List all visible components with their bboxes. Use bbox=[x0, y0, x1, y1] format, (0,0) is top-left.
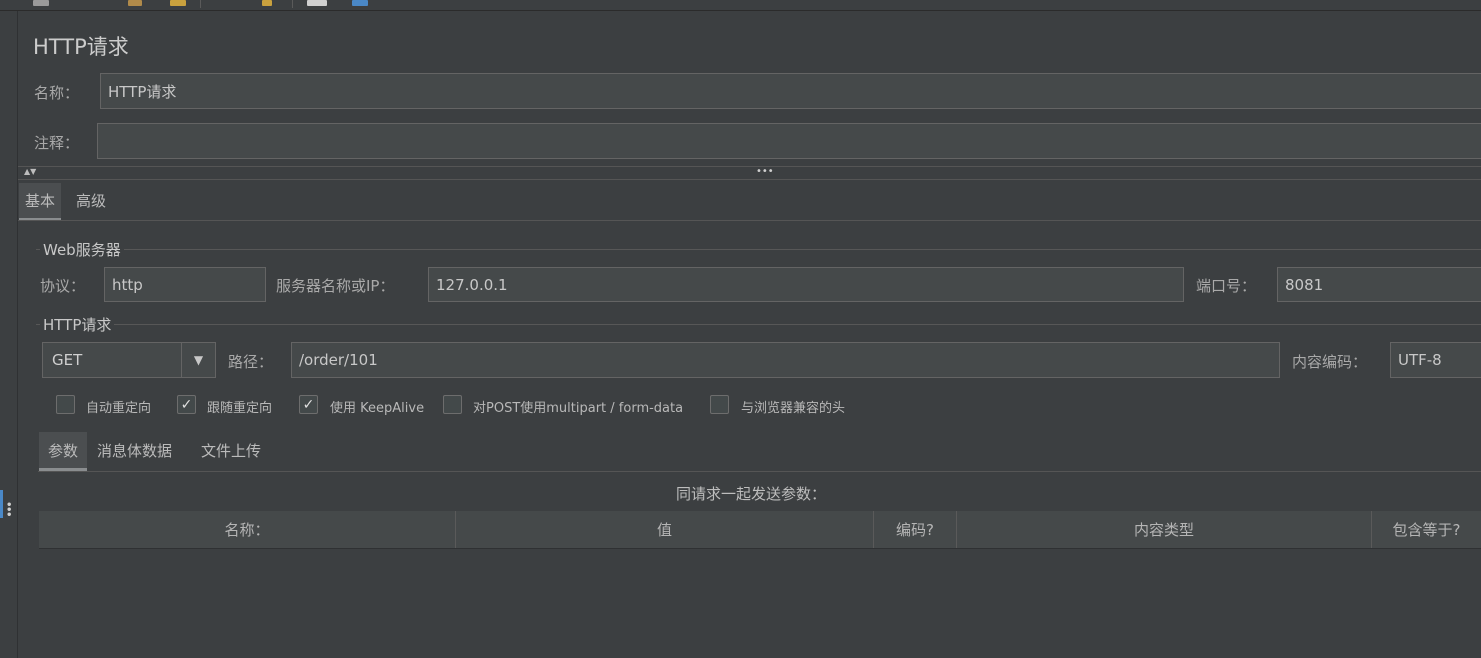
keepalive-checkbox[interactable]: ✓ bbox=[299, 395, 318, 414]
gutter-drag-handle-icon[interactable]: • • • bbox=[6, 501, 14, 521]
toolbar-button-icon[interactable] bbox=[33, 0, 49, 6]
params-table-body[interactable] bbox=[39, 549, 1481, 658]
toolbar-tool-icon[interactable] bbox=[170, 0, 186, 6]
toolbar-separator bbox=[292, 0, 293, 8]
splitter-line bbox=[18, 166, 1481, 167]
column-header-value[interactable]: 值 bbox=[456, 511, 874, 548]
column-header-encode[interactable]: 编码? bbox=[874, 511, 957, 548]
splitter-handle-icon[interactable]: ••• bbox=[756, 166, 774, 177]
name-input[interactable]: HTTP请求 bbox=[100, 73, 1481, 109]
splitter-line bbox=[18, 179, 1481, 180]
tab-file-upload[interactable]: 文件上传 bbox=[195, 432, 267, 469]
multipart-label: 对POST使用multipart / form-data bbox=[473, 401, 684, 416]
server-label: 服务器名称或IP： bbox=[276, 277, 395, 295]
browser-headers-checkbox[interactable] bbox=[710, 395, 729, 414]
toolbar-tool-icon[interactable] bbox=[352, 0, 368, 6]
sub-tab-divider bbox=[38, 471, 1481, 472]
tab-basic[interactable]: 基本 bbox=[19, 183, 62, 221]
page-title: HTTP请求 bbox=[33, 35, 129, 59]
check-icon: ✓ bbox=[180, 396, 193, 413]
browser-headers-label: 与浏览器兼容的头 bbox=[741, 401, 846, 416]
server-input[interactable]: 127.0.0.1 bbox=[428, 267, 1184, 302]
column-header-content-type[interactable]: 内容类型 bbox=[957, 511, 1372, 548]
port-input[interactable]: 8081 bbox=[1277, 267, 1481, 302]
protocol-label: 协议： bbox=[40, 277, 86, 295]
follow-redirect-label: 跟随重定向 bbox=[207, 401, 273, 416]
http-request-group-border bbox=[36, 324, 1481, 325]
encoding-label: 内容编码： bbox=[1292, 353, 1368, 371]
encoding-input[interactable]: UTF-8 bbox=[1390, 342, 1481, 378]
tab-parameters[interactable]: 参数 bbox=[39, 432, 88, 471]
toolbar-separator bbox=[200, 0, 201, 8]
path-input[interactable]: /order/101 bbox=[291, 342, 1280, 378]
toolbar bbox=[0, 0, 1481, 11]
check-icon: ✓ bbox=[302, 396, 315, 413]
path-label: 路径： bbox=[228, 353, 274, 371]
tab-body-data[interactable]: 消息体数据 bbox=[91, 432, 178, 469]
http-request-group-title: HTTP请求 bbox=[40, 314, 115, 335]
name-label: 名称： bbox=[34, 84, 80, 102]
column-header-name[interactable]: 名称： bbox=[39, 511, 456, 548]
method-value: GET bbox=[52, 351, 83, 369]
web-server-group-title: Web服务器 bbox=[40, 239, 124, 260]
keepalive-label: 使用 KeepAlive bbox=[330, 401, 425, 416]
tab-advanced[interactable]: 高级 bbox=[70, 183, 112, 218]
comment-label: 注释： bbox=[34, 134, 80, 152]
params-caption: 同请求一起发送参数： bbox=[676, 485, 827, 503]
chevron-down-icon[interactable]: ▼ bbox=[181, 343, 215, 377]
port-label: 端口号： bbox=[1196, 277, 1257, 295]
toolbar-tool-icon[interactable] bbox=[128, 0, 142, 6]
web-server-group-border bbox=[36, 249, 1481, 250]
comment-input[interactable] bbox=[97, 123, 1481, 159]
protocol-input[interactable]: http bbox=[104, 267, 266, 302]
auto-redirect-checkbox[interactable] bbox=[56, 395, 75, 414]
left-gutter bbox=[0, 11, 18, 658]
gutter-active-marker bbox=[0, 490, 3, 518]
collapse-arrows-icon[interactable]: ▲▼ bbox=[24, 167, 36, 176]
column-header-include-equals[interactable]: 包含等于? bbox=[1372, 511, 1481, 548]
toolbar-tool-icon[interactable] bbox=[262, 0, 272, 6]
auto-redirect-label: 自动重定向 bbox=[86, 401, 152, 416]
tab-bar-divider bbox=[18, 220, 1481, 221]
multipart-checkbox[interactable] bbox=[443, 395, 462, 414]
method-select[interactable]: GET ▼ bbox=[42, 342, 216, 378]
toolbar-tool-icon[interactable] bbox=[307, 0, 327, 6]
follow-redirect-checkbox[interactable]: ✓ bbox=[177, 395, 196, 414]
